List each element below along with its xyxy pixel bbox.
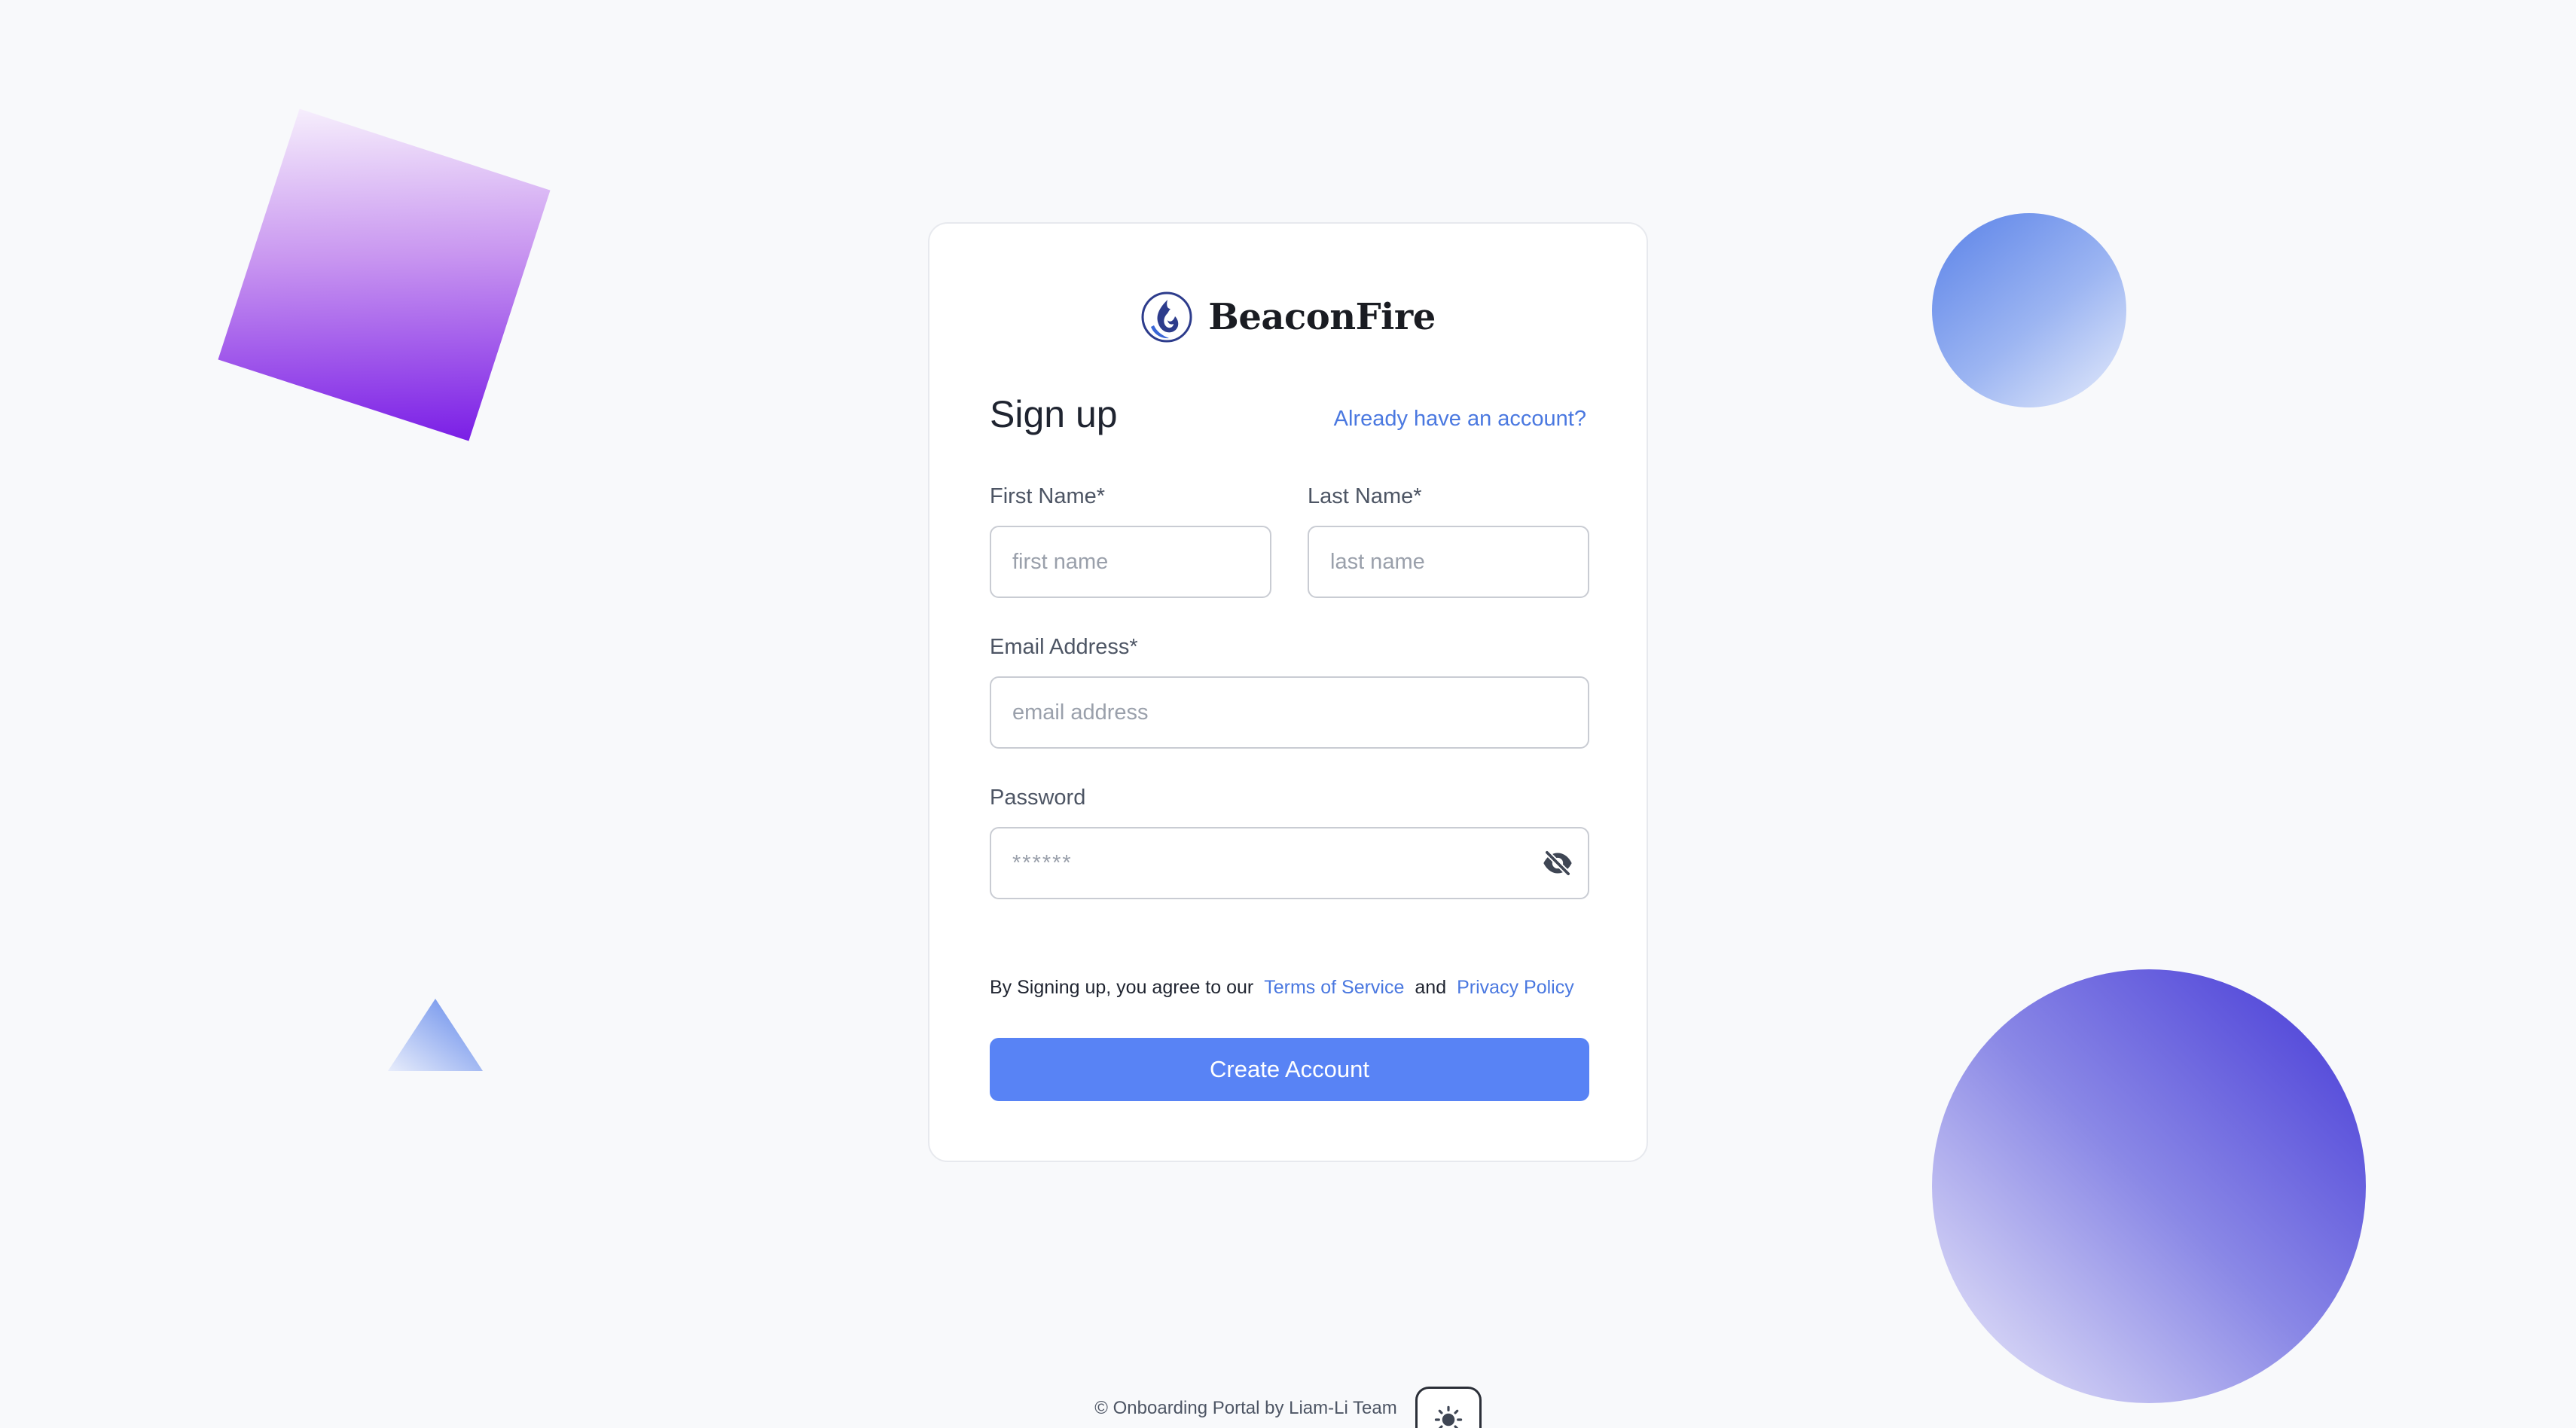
terms-prefix: By Signing up, you agree to our bbox=[990, 976, 1254, 998]
title-row: Sign up Already have an account? bbox=[990, 388, 1586, 441]
first-name-input[interactable] bbox=[990, 526, 1271, 598]
last-name-input[interactable] bbox=[1308, 526, 1589, 598]
flame-logo-icon bbox=[1141, 291, 1192, 343]
page-title: Sign up bbox=[990, 393, 1118, 435]
decorative-circle-small bbox=[1932, 213, 2126, 407]
last-name-label: Last Name* bbox=[1308, 484, 1422, 508]
terms-agreement: By Signing up, you agree to our Terms of… bbox=[990, 972, 1586, 1002]
brand-name: BeaconFire bbox=[1208, 296, 1436, 338]
password-input[interactable] bbox=[990, 827, 1589, 899]
first-name-label: First Name* bbox=[990, 484, 1106, 508]
footer: © Onboarding Portal by Liam-Li Team bbox=[0, 1378, 2576, 1428]
create-account-button[interactable]: Create Account bbox=[990, 1038, 1589, 1101]
theme-toggle-button[interactable] bbox=[1415, 1387, 1482, 1428]
email-input[interactable] bbox=[990, 676, 1589, 749]
password-label: Password bbox=[990, 786, 1086, 810]
email-label: Email Address* bbox=[990, 635, 1138, 659]
terms-of-service-link[interactable]: Terms of Service bbox=[1264, 977, 1404, 999]
page: BeaconFire Sign up Already have an accou… bbox=[0, 0, 2576, 1428]
terms-and: and bbox=[1415, 976, 1447, 998]
footer-text: © Onboarding Portal by Liam-Li Team bbox=[1094, 1398, 1397, 1418]
decorative-circle-large bbox=[1932, 969, 2366, 1403]
brand: BeaconFire bbox=[929, 290, 1647, 344]
privacy-policy-link[interactable]: Privacy Policy bbox=[1457, 977, 1574, 999]
sun-icon bbox=[1434, 1405, 1462, 1428]
decorative-square bbox=[218, 108, 551, 441]
signin-link[interactable]: Already have an account? bbox=[1334, 398, 1586, 432]
signup-card: BeaconFire Sign up Already have an accou… bbox=[928, 222, 1648, 1162]
eye-slash-icon[interactable] bbox=[1540, 845, 1576, 881]
decorative-triangle bbox=[388, 999, 483, 1071]
